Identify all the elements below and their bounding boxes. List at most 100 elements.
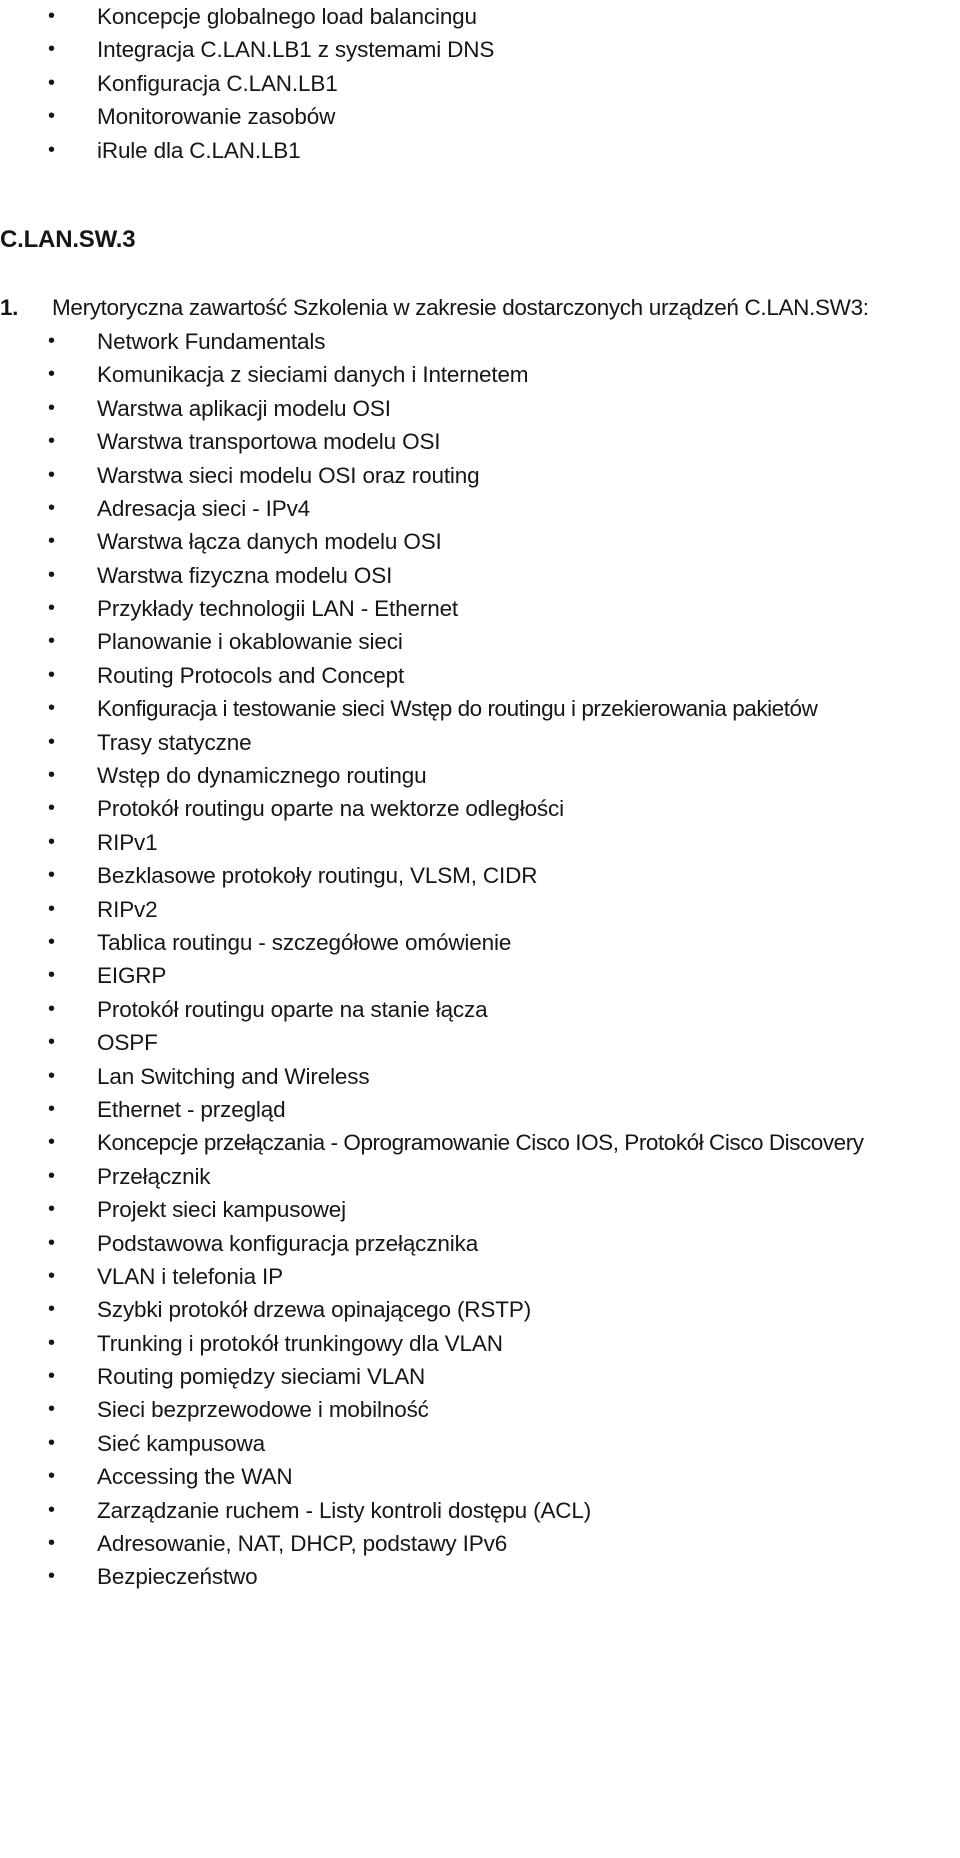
section-heading: C.LAN.SW.3	[0, 225, 136, 253]
list-item: • RIPv1	[0, 826, 960, 859]
list-item-label: Lan Switching and Wireless	[97, 1063, 370, 1089]
bullet-point-icon: •	[48, 1264, 55, 1287]
bullet-point-icon: •	[48, 697, 55, 720]
list-item-label: Podstawowa konfiguracja przełącznika	[97, 1230, 479, 1256]
list-item-label: Ethernet - przegląd	[97, 1096, 286, 1122]
bullet-point-icon: •	[48, 964, 55, 987]
section-bullet-list: • Network Fundamentals • Komunikacja z siec…	[0, 325, 960, 1594]
list-item: • Warstwa sieci modelu OSI oraz routing	[0, 459, 960, 492]
bullet-point-icon: •	[48, 1031, 55, 1054]
bullet-point-icon: •	[48, 1398, 55, 1421]
list-item: • Warstwa fizyczna modelu OSI	[0, 559, 960, 592]
list-item-label: Protokół routingu oparte na stanie łącza	[97, 996, 488, 1022]
bullet-point-icon: •	[48, 630, 55, 653]
list-item-label: Network Fundamentals	[97, 328, 326, 354]
list-item-label: Zarządzanie ruchem - Listy kontroli dost…	[97, 1497, 592, 1523]
heading-spacer	[0, 257, 960, 291]
list-item-label: Monitorowanie zasobów	[97, 104, 336, 130]
list-item: • Przykłady technologii LAN - Ethernet	[0, 592, 960, 625]
list-item: • Konfiguracja C.LAN.LB1	[0, 67, 960, 100]
list-item-label: Adresacja sieci - IPv4	[97, 495, 311, 521]
bullet-point-icon: •	[48, 463, 55, 486]
list-item-label: Przykłady technologii LAN - Ethernet	[97, 596, 459, 622]
bullet-point-icon: •	[48, 1198, 55, 1221]
list-item-label: Przełącznik	[97, 1163, 211, 1189]
bullet-point-icon: •	[48, 1465, 55, 1488]
list-item-label: Routing Protocols and Concept	[97, 662, 405, 688]
list-item-label: Trasy statyczne	[97, 729, 252, 755]
list-item-label: Routing pomiędzy sieciami VLAN	[97, 1364, 426, 1390]
bullet-point-icon: •	[48, 1365, 55, 1388]
bullet-point-icon: •	[48, 1231, 55, 1254]
bullet-point-icon: •	[48, 329, 55, 352]
bullet-point-icon: •	[48, 5, 55, 27]
list-item: • Sieci bezprzewodowe i mobilność	[0, 1393, 960, 1426]
bullet-point-icon: •	[48, 864, 55, 887]
bullet-point-icon: •	[48, 1331, 55, 1354]
list-item: • Lan Switching and Wireless	[0, 1060, 960, 1093]
bullet-point-icon: •	[48, 730, 55, 753]
list-item-label: RIPv1	[97, 829, 158, 855]
list-item: • EIGRP	[0, 959, 960, 992]
list-item: • Trasy statyczne	[0, 726, 960, 759]
list-item: • Komunikacja z sieciami danych i Interne…	[0, 358, 960, 391]
bullet-point-icon: •	[48, 105, 55, 128]
document-page: • Koncepcje globalnego load balancingu • In…	[0, 0, 960, 1858]
list-item: • Planowanie i okablowanie sieci	[0, 625, 960, 658]
list-item: • Koncepcje globalnego load balancingu	[0, 0, 960, 33]
list-item-label: Planowanie i okablowanie sieci	[97, 629, 403, 655]
list-item: • Warstwa łącza danych modelu OSI	[0, 525, 960, 558]
list-item: • Tablica routingu - szczegółowe omówieni…	[0, 926, 960, 959]
list-item: • Routing pomiędzy sieciami VLAN	[0, 1360, 960, 1393]
list-item-label: Protokół routingu oparte na wektorze odl…	[97, 796, 564, 822]
list-item-label: Adresowanie, NAT, DHCP, podstawy IPv6	[97, 1531, 508, 1557]
bullet-point-icon: •	[48, 997, 55, 1020]
list-item-label: Tablica routingu - szczegółowe omówienie	[97, 929, 512, 955]
list-item: • Bezpieczeństwo	[0, 1560, 960, 1593]
list-item-label: Sieć kampusowa	[97, 1430, 265, 1456]
list-item-label: Trunking i protokół trunkingowy dla VLAN	[97, 1330, 503, 1356]
list-item: • Przełącznik	[0, 1160, 960, 1193]
bullet-point-icon: •	[48, 496, 55, 519]
bullet-point-icon: •	[48, 38, 55, 61]
list-item-label: Konfiguracja i testowanie sieci Wstęp do…	[97, 696, 818, 722]
list-item: • Sieć kampusowa	[0, 1427, 960, 1460]
list-item: • Bezklasowe protokoły routingu, VLSM, CI…	[0, 859, 960, 892]
bullet-point-icon: •	[48, 1097, 55, 1120]
bullet-point-icon: •	[48, 797, 55, 820]
list-item: • Podstawowa konfiguracja przełącznika	[0, 1227, 960, 1260]
bullet-point-icon: •	[48, 663, 55, 686]
list-item-label: EIGRP	[97, 963, 167, 989]
list-item-label: OSPF	[97, 1030, 158, 1056]
bullet-point-icon: •	[48, 396, 55, 419]
bullet-point-icon: •	[48, 1298, 55, 1321]
list-item-label: iRule dla C.LAN.LB1	[97, 137, 301, 163]
bullet-point-icon: •	[48, 363, 55, 386]
list-item-label: Sieci bezprzewodowe i mobilność	[97, 1397, 429, 1423]
bullet-point-icon: •	[48, 1164, 55, 1187]
bullet-point-icon: •	[48, 430, 55, 453]
list-item: • Accessing the WAN	[0, 1460, 960, 1493]
list-item: • iRule dla C.LAN.LB1	[0, 134, 960, 167]
bullet-point-icon: •	[48, 71, 55, 94]
list-item-label: Komunikacja z sieciami danych i Internet…	[97, 362, 529, 388]
list-item-label: Konfiguracja C.LAN.LB1	[97, 70, 338, 96]
list-item: • Adresacja sieci - IPv4	[0, 492, 960, 525]
bullet-point-icon: •	[48, 897, 55, 920]
bullet-point-icon: •	[48, 1431, 55, 1454]
list-item: • RIPv2	[0, 893, 960, 926]
list-item: • Routing Protocols and Concept	[0, 659, 960, 692]
list-item: • Monitorowanie zasobów	[0, 100, 960, 133]
bullet-point-icon: •	[48, 530, 55, 553]
list-item-label: Bezklasowe protokoły routingu, VLSM, CID…	[97, 863, 538, 889]
list-item-label: Accessing the WAN	[97, 1464, 293, 1490]
list-item: • Zarządzanie ruchem - Listy kontroli dos…	[0, 1494, 960, 1527]
bullet-point-icon: •	[48, 138, 55, 161]
bullet-point-icon: •	[48, 1532, 55, 1555]
list-item-label: Bezpieczeństwo	[97, 1564, 258, 1590]
list-item-label: Warstwa aplikacji modelu OSI	[97, 395, 391, 421]
list-item: • Projekt sieci kampusowej	[0, 1193, 960, 1226]
bullet-point-icon: •	[48, 563, 55, 586]
list-number-marker: 1.	[0, 294, 19, 320]
